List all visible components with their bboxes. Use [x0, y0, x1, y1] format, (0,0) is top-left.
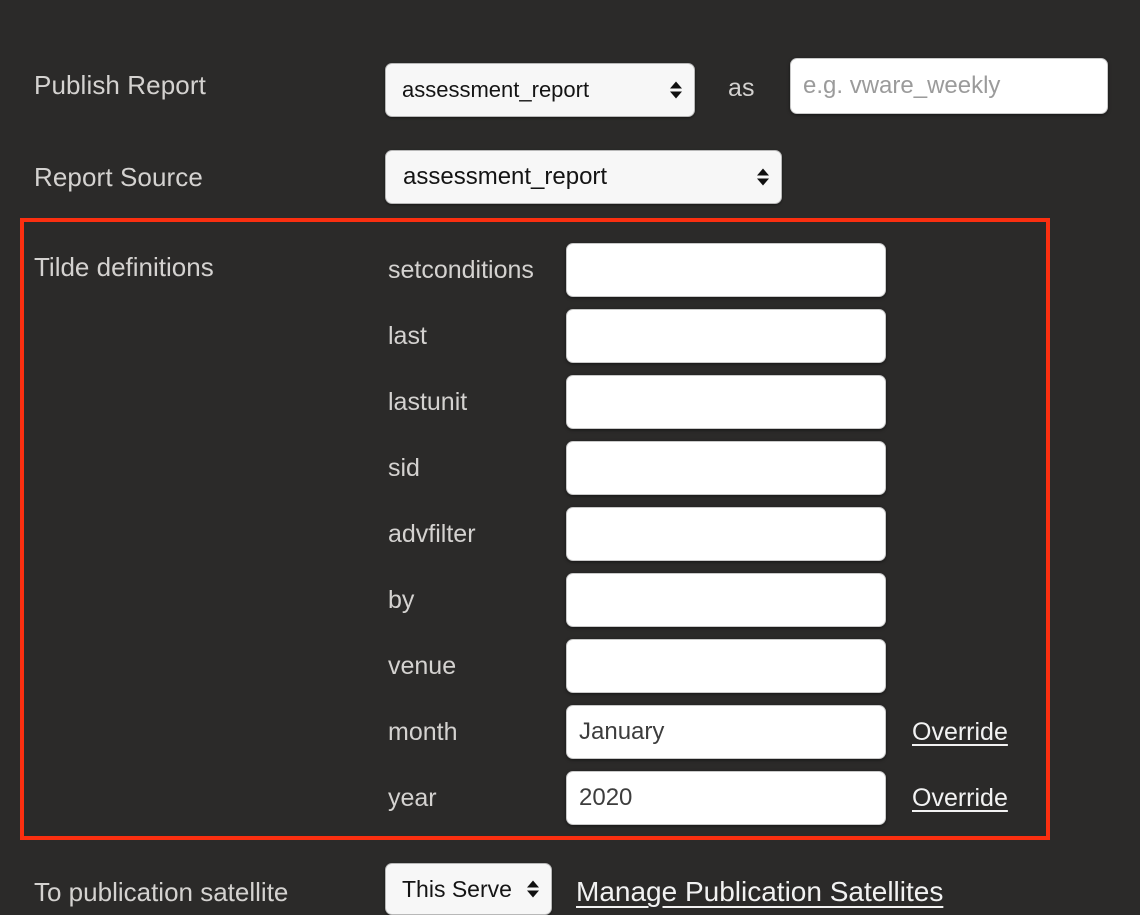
tilde-row: month January Override: [388, 705, 1048, 759]
tilde-row: lastunit: [388, 375, 1048, 429]
report-source-select[interactable]: assessment_report: [385, 150, 782, 204]
tilde-definitions-list: setconditions last lastunit sid advfilte…: [388, 243, 1048, 837]
tilde-input-advfilter[interactable]: [566, 507, 886, 561]
tilde-row: sid: [388, 441, 1048, 495]
tilde-input-lastunit[interactable]: [566, 375, 886, 429]
select-stepper-icon: [757, 168, 769, 186]
tilde-input-last[interactable]: [566, 309, 886, 363]
publication-satellite-select[interactable]: This Server: [385, 863, 552, 915]
tilde-name-lastunit: lastunit: [388, 387, 468, 416]
tilde-name-venue: venue: [388, 651, 457, 680]
tilde-name-by: by: [388, 585, 415, 614]
publication-satellite-label: To publication satellite: [34, 877, 289, 907]
as-label: as: [728, 74, 755, 102]
tilde-row: last: [388, 309, 1048, 363]
tilde-row: year 2020 Override: [388, 771, 1048, 825]
override-link-year[interactable]: Override: [912, 784, 1008, 813]
tilde-row: advfilter: [388, 507, 1048, 561]
tilde-input-month[interactable]: January: [566, 705, 886, 759]
publish-report-form: Publish Report assessment_report as e.g.…: [0, 0, 1140, 915]
select-stepper-icon: [527, 880, 539, 898]
tilde-input-sid[interactable]: [566, 441, 886, 495]
tilde-input-setconditions[interactable]: [566, 243, 886, 297]
manage-publication-satellites-link[interactable]: Manage Publication Satellites: [576, 876, 943, 908]
publish-report-row: Publish Report: [34, 70, 384, 101]
tilde-input-venue[interactable]: [566, 639, 886, 693]
publish-report-label: Publish Report: [34, 70, 206, 100]
tilde-name-last: last: [388, 321, 427, 350]
tilde-row: by: [388, 573, 1048, 627]
tilde-row: venue: [388, 639, 1048, 693]
tilde-name-advfilter: advfilter: [388, 519, 476, 548]
tilde-input-year[interactable]: 2020: [566, 771, 886, 825]
tilde-row: setconditions: [388, 243, 1048, 297]
publish-report-select-value: assessment_report: [402, 77, 590, 102]
publication-satellite-select-value: This Server: [402, 875, 513, 902]
tilde-name-year: year: [388, 783, 437, 812]
report-source-label: Report Source: [34, 162, 203, 192]
override-link-month[interactable]: Override: [912, 718, 1008, 747]
select-stepper-icon: [670, 81, 682, 99]
publish-report-select[interactable]: assessment_report: [385, 63, 695, 117]
tilde-name-sid: sid: [388, 453, 420, 482]
tilde-input-by[interactable]: [566, 573, 886, 627]
report-source-select-value: assessment_report: [403, 163, 608, 190]
tilde-definitions-label: Tilde definitions: [34, 252, 214, 282]
tilde-name-setconditions: setconditions: [388, 255, 534, 284]
publish-report-name-input[interactable]: e.g. vware_weekly: [790, 58, 1108, 114]
tilde-name-month: month: [388, 717, 458, 746]
